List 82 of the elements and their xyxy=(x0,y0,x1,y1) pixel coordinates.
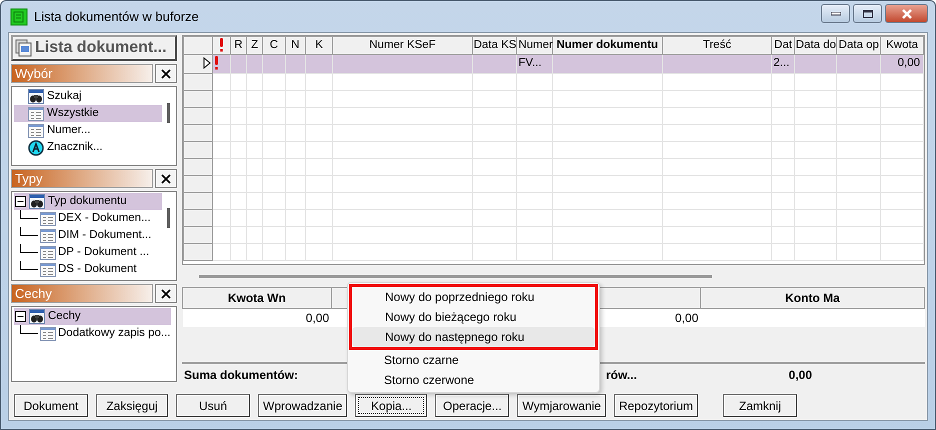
table-cell: 2... xyxy=(772,54,794,73)
button[interactable]: Zamknij xyxy=(723,394,797,417)
table-cell: FV... xyxy=(516,54,552,73)
list-window-icon xyxy=(40,246,56,260)
column-header[interactable]: K xyxy=(305,36,333,55)
menu-item[interactable]: Nowy do poprzedniego roku xyxy=(352,287,595,307)
button[interactable]: Operacje... xyxy=(435,394,510,417)
list-window-icon xyxy=(40,228,56,242)
exclamation-icon xyxy=(219,38,224,52)
maximize-button[interactable] xyxy=(853,4,882,23)
button[interactable]: Usuń xyxy=(176,394,250,417)
panel-close-button[interactable] xyxy=(155,64,177,83)
scrollbar[interactable] xyxy=(199,274,712,278)
panel-header: Typy xyxy=(11,169,153,188)
panel-close-button[interactable] xyxy=(155,284,177,303)
documents-icon xyxy=(15,39,33,57)
binoculars-icon xyxy=(28,89,44,104)
exclamation-icon xyxy=(214,56,220,70)
panel-close-button[interactable] xyxy=(155,169,177,188)
button[interactable]: Kopia... xyxy=(355,394,428,417)
list-window-icon xyxy=(40,212,56,226)
app-icon xyxy=(10,8,28,26)
column-header[interactable]: Konto Ma xyxy=(700,288,924,308)
table-cell: 0,00 xyxy=(182,308,332,327)
close-icon xyxy=(161,68,171,78)
list-window-icon xyxy=(40,326,56,340)
tag-circle-icon xyxy=(28,140,44,156)
column-header[interactable]: Z xyxy=(246,36,263,55)
list-window-icon xyxy=(28,106,44,120)
collapse-icon[interactable] xyxy=(15,196,26,207)
tree-item[interactable]: Znacznik... xyxy=(14,139,162,156)
column-header[interactable]: R xyxy=(230,36,246,55)
tree-item[interactable]: Numer... xyxy=(14,122,162,139)
sidebar-title: Lista dokument... xyxy=(11,35,177,61)
column-header[interactable]: Data KS xyxy=(472,36,517,55)
menu-item[interactable]: Storno czarne xyxy=(348,350,599,370)
menu-item[interactable]: Storno czerwone xyxy=(348,370,599,390)
button[interactable]: Repozytorium xyxy=(614,394,698,417)
maximize-icon xyxy=(862,10,872,18)
column-header[interactable]: Dat xyxy=(772,36,794,55)
summary-label: rów... xyxy=(606,367,637,384)
column-header[interactable]: Treść xyxy=(662,36,772,55)
flag-column-header[interactable] xyxy=(212,36,230,55)
column-header[interactable]: Kwota Wn xyxy=(182,288,332,308)
button[interactable]: Wymjarowanie xyxy=(517,394,606,417)
panel-header: Cechy xyxy=(11,284,153,303)
scrollbar-thumb[interactable] xyxy=(167,208,170,228)
column-header[interactable]: Numer xyxy=(516,36,552,55)
column-header[interactable]: Data op xyxy=(836,36,881,55)
binoculars-icon xyxy=(29,309,45,324)
minimize-button[interactable] xyxy=(821,4,850,23)
column-header[interactable]: C xyxy=(262,36,286,55)
close-icon xyxy=(900,8,912,18)
column-header[interactable]: Numer KSeF xyxy=(332,36,472,55)
menu-item[interactable]: Nowy do bieżącego roku xyxy=(352,307,595,327)
summary-total: 0,00 xyxy=(788,367,812,384)
column-header[interactable]: Data do xyxy=(794,36,837,55)
summary-label: Suma dokumentów: xyxy=(184,367,298,384)
minimize-icon xyxy=(830,12,840,16)
table-row[interactable]: FV... 2... 0,00 xyxy=(184,54,924,73)
scrollbar-thumb[interactable] xyxy=(167,103,170,123)
collapse-icon[interactable] xyxy=(15,311,26,322)
table-cell: 0,00 xyxy=(880,54,924,73)
column-header[interactable]: Numer dokumentu xyxy=(552,36,662,55)
button[interactable]: Dokument xyxy=(14,394,88,417)
column-header[interactable]: N xyxy=(285,36,306,55)
binoculars-icon xyxy=(29,194,45,209)
tree-item[interactable]: Wszystkie xyxy=(14,105,162,122)
button[interactable]: Zaksięguj xyxy=(96,394,168,417)
close-icon xyxy=(161,288,171,298)
button[interactable]: Wprowadzanie xyxy=(258,394,348,417)
column-header[interactable]: Kwota xyxy=(880,36,924,55)
list-window-icon xyxy=(40,262,56,276)
tree-item[interactable]: Cechy xyxy=(14,308,171,325)
window-title: Lista dokumentów w buforze xyxy=(34,8,199,26)
menu-item[interactable]: Nowy do następnego roku xyxy=(352,327,595,347)
close-button[interactable] xyxy=(885,4,928,23)
tree-item[interactable]: Szukaj xyxy=(14,88,162,105)
close-icon xyxy=(161,174,171,184)
panel-header: Wybór xyxy=(11,64,153,83)
tree-item[interactable]: Typ dokumentu xyxy=(14,193,162,210)
list-window-icon xyxy=(28,124,44,138)
